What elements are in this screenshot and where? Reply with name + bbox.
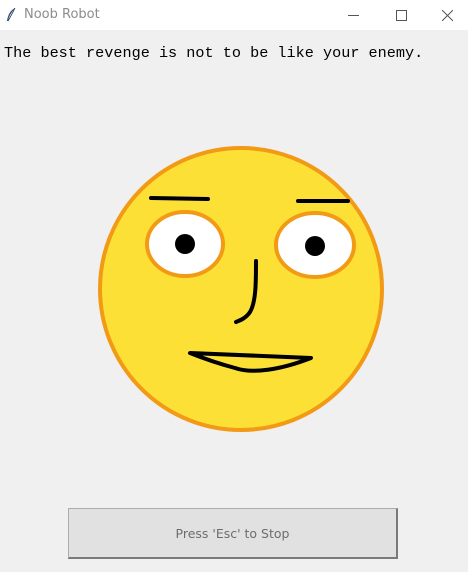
- stop-button[interactable]: Press 'Esc' to Stop: [68, 508, 398, 559]
- left-eyebrow: [149, 196, 210, 201]
- face-circle: [98, 146, 384, 432]
- left-pupil: [175, 234, 195, 254]
- right-pupil: [305, 236, 325, 256]
- robot-face: [98, 146, 384, 432]
